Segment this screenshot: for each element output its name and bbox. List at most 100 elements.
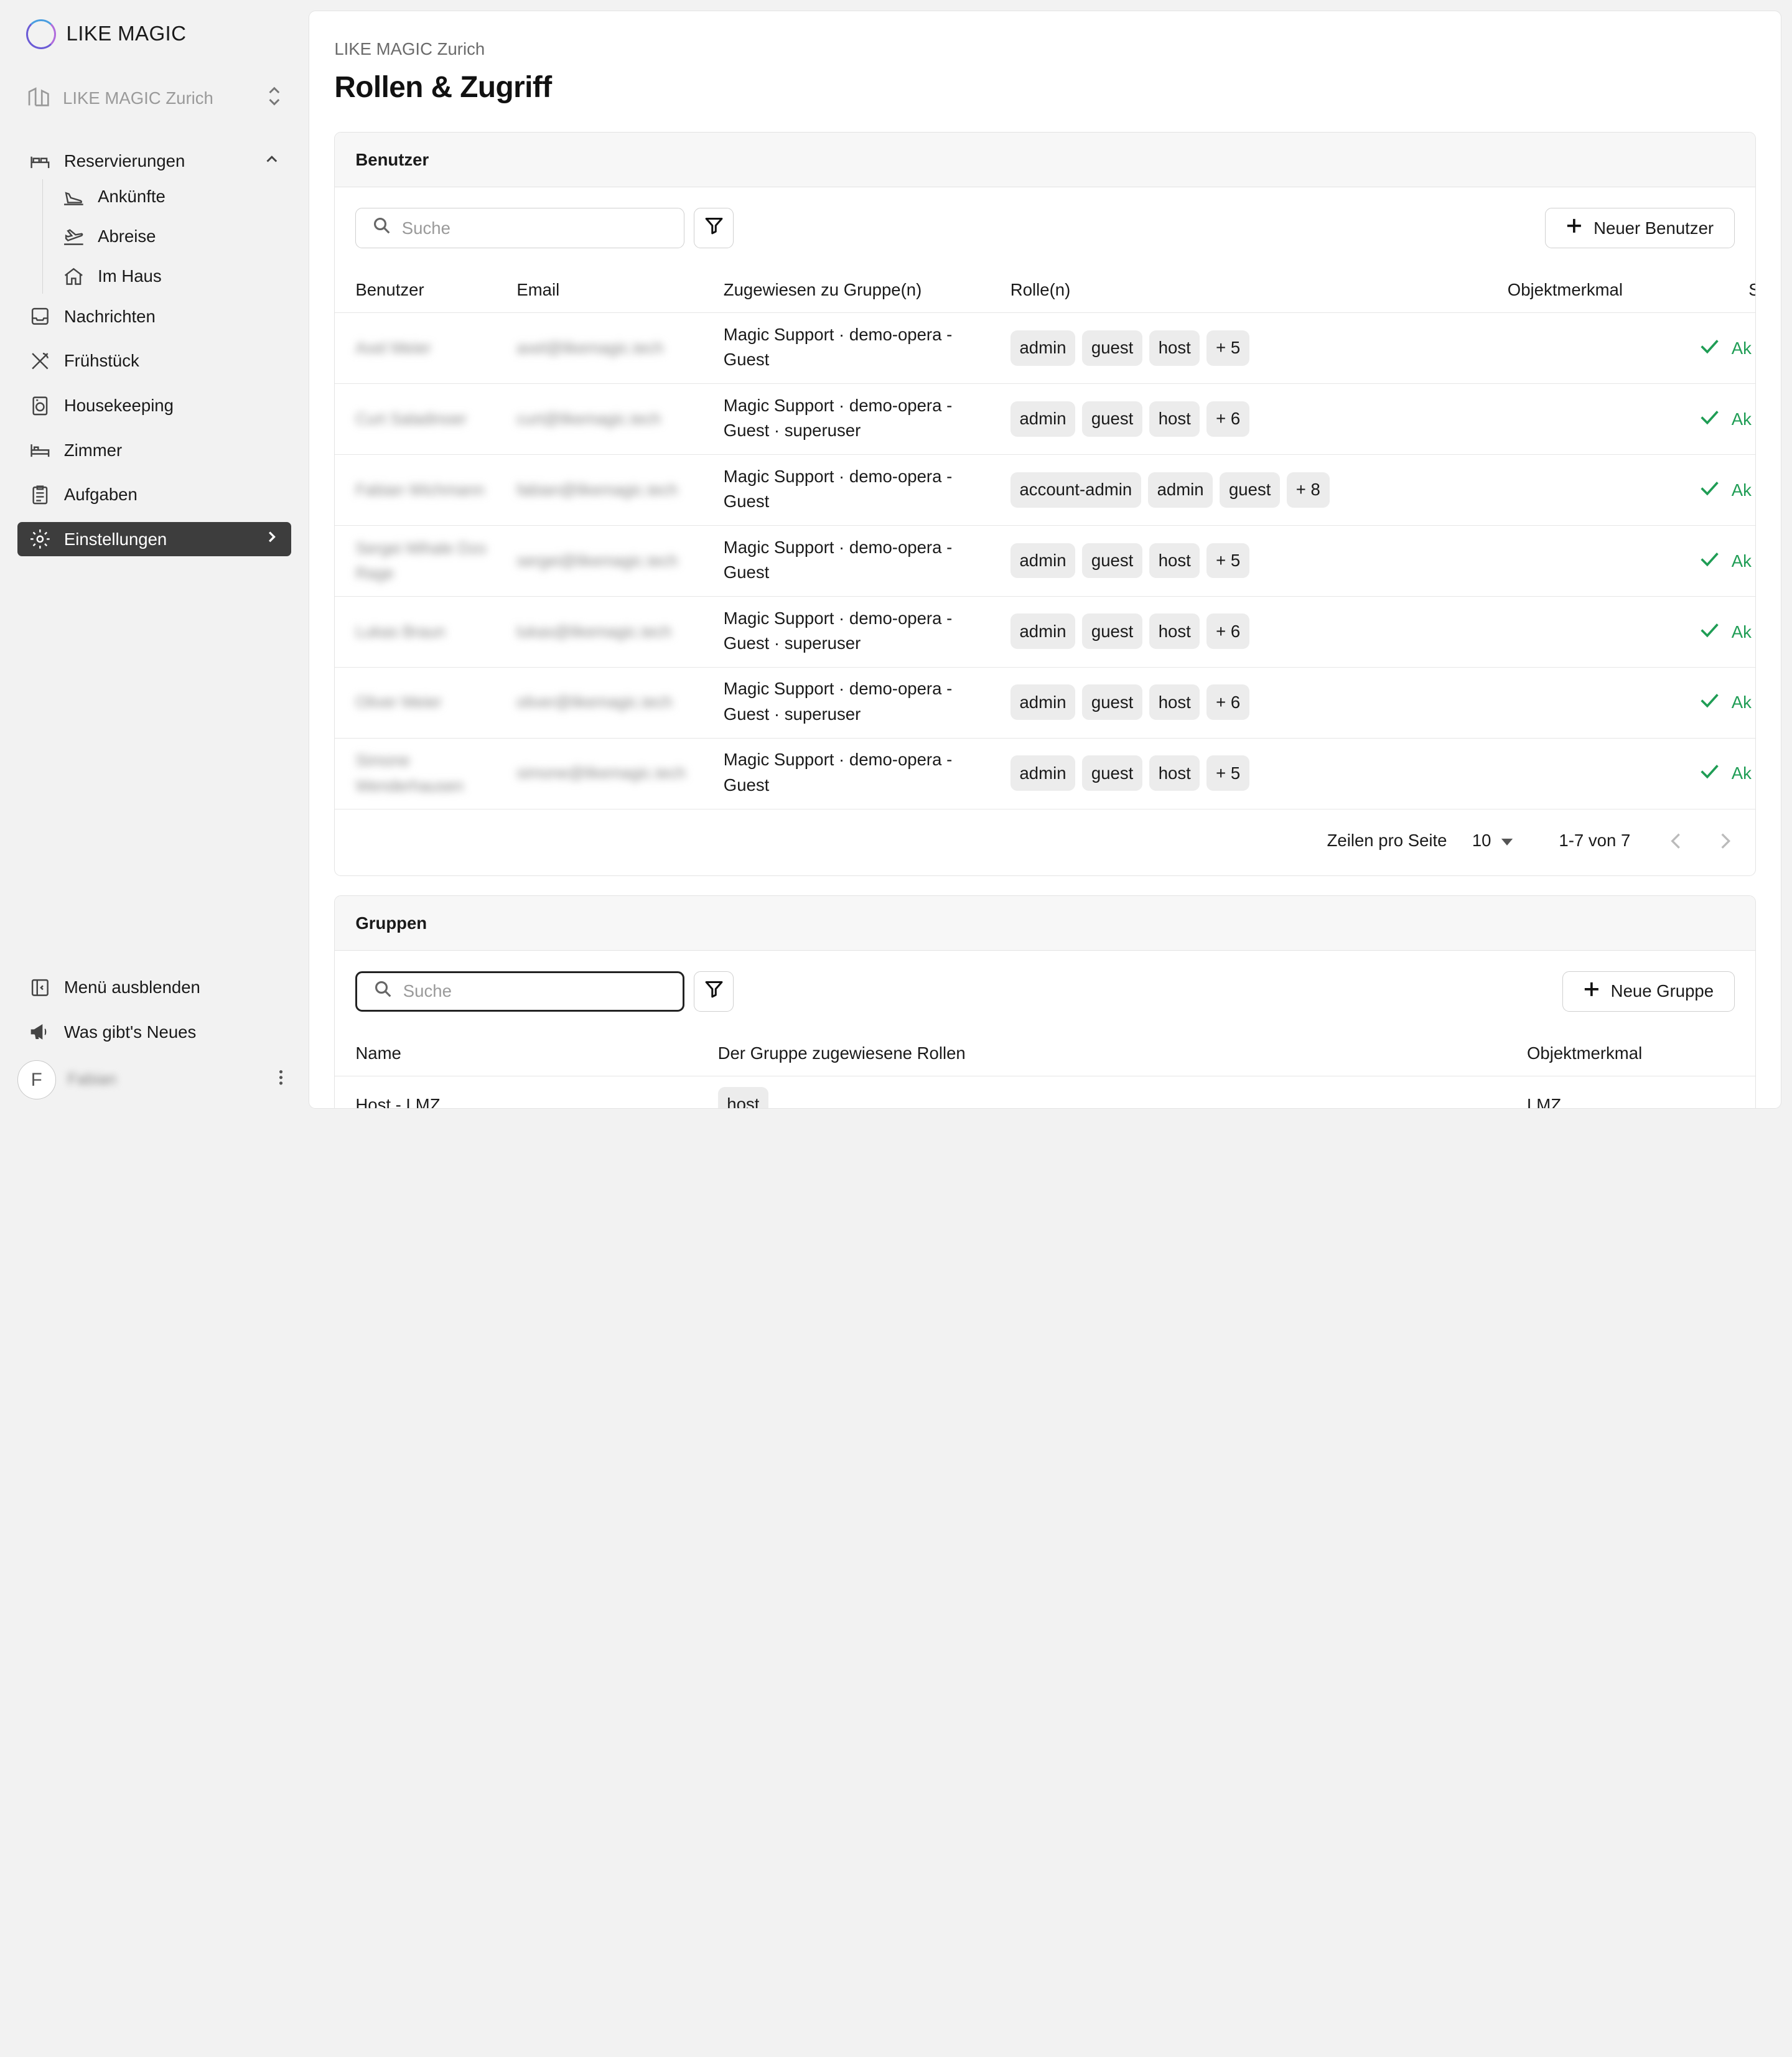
plus-icon xyxy=(1566,218,1582,238)
avatar: F xyxy=(17,1060,56,1099)
brand-name: LIKE MAGIC xyxy=(66,22,187,46)
status-badge: Ak xyxy=(1731,338,1752,358)
nav-in-house[interactable]: Im Haus xyxy=(61,259,291,294)
user-status-cell: Ak xyxy=(1699,549,1752,574)
property-switcher[interactable]: LIKE MAGIC Zurich xyxy=(26,82,282,114)
role-chip: admin xyxy=(1010,330,1076,366)
status-badge: Ak xyxy=(1731,763,1752,783)
user-name-cell: Curt Saladinoer xyxy=(355,410,467,428)
user-status-cell: Ak xyxy=(1699,478,1752,503)
check-icon xyxy=(1699,620,1720,645)
rows-per-page-label: Zeilen pro Seite xyxy=(1327,831,1447,851)
property-name: LIKE MAGIC Zurich xyxy=(63,88,213,108)
table-row[interactable]: Axel Meier axel@likemagic.tech Magic Suppo… xyxy=(335,313,1756,385)
role-chip: admin xyxy=(1010,684,1076,721)
users-pagination: Zeilen pro Seite 10 1-7 von 7 xyxy=(335,809,1755,872)
add-user-label: Neuer Benutzer xyxy=(1594,218,1714,238)
table-row[interactable]: Lukas Braun lukas@likemagic.tech Magic Sup… xyxy=(335,597,1756,668)
user-email-cell: curt@likemagic.tech xyxy=(516,410,661,428)
users-filter-button[interactable] xyxy=(694,208,734,248)
role-chip: admin xyxy=(1010,401,1076,437)
add-group-button[interactable]: Neue Gruppe xyxy=(1562,971,1735,1012)
user-groups-cell: Magic Support · demo-opera - Guest · sup… xyxy=(723,679,953,724)
table-row[interactable]: Curt Saladinoer curt@likemagic.tech Magic … xyxy=(335,384,1756,455)
reservations-subnav: Ankünfte Abreise Im Haus xyxy=(42,179,291,294)
sidebar-footer: Menü ausblenden Was gibt's Neues xyxy=(17,970,292,1059)
role-chip: host xyxy=(717,1086,769,1108)
role-chip: admin xyxy=(1010,543,1076,579)
role-chip: guest xyxy=(1082,330,1142,366)
status-badge: Ak xyxy=(1731,622,1752,641)
user-status-cell: Ak xyxy=(1699,336,1752,361)
table-row[interactable]: Fabian Wichmann fabian@likemagic.tech Magi… xyxy=(335,455,1756,526)
main-panel: LIKE MAGIC Zurich Rollen & Zugriff Benut… xyxy=(308,10,1782,1109)
user-profile[interactable]: F Fabian xyxy=(17,1060,292,1101)
previous-page-button[interactable] xyxy=(1670,832,1681,854)
nav-reservations[interactable]: Reservierungen xyxy=(17,144,292,178)
sidebar-collapse-icon xyxy=(27,975,52,1000)
nav-departures[interactable]: Abreise xyxy=(61,220,291,254)
column-header-roles[interactable]: Rolle(n) xyxy=(1010,280,1070,300)
check-icon xyxy=(1699,407,1720,432)
add-user-button[interactable]: Neuer Benutzer xyxy=(1545,208,1735,248)
nav-settings[interactable]: Einstellungen xyxy=(17,522,292,557)
bed-single-icon xyxy=(27,437,52,462)
user-name-cell: Sergei Mihale Dzo Rage xyxy=(355,539,487,582)
building-icon xyxy=(26,83,51,113)
chevron-up-down-icon xyxy=(266,86,282,111)
table-row[interactable]: Simone Wenderhausen simone@likemagic.tech… xyxy=(335,739,1756,809)
brand-logo[interactable]: LIKE MAGIC xyxy=(26,19,186,49)
nav-rooms[interactable]: Zimmer xyxy=(17,433,292,467)
washing-machine-icon xyxy=(27,393,52,418)
nav-arrivals[interactable]: Ankünfte xyxy=(61,179,291,213)
search-placeholder: Suche xyxy=(401,218,450,238)
breadcrumb[interactable]: LIKE MAGIC Zurich xyxy=(334,39,485,59)
users-card: Benutzer Suche Neuer Benutzer Benutzer E… xyxy=(334,132,1757,876)
nav-breakfast[interactable]: Frühstück xyxy=(17,344,292,378)
check-icon xyxy=(1699,478,1720,503)
user-status-cell: Ak xyxy=(1699,620,1752,645)
whats-new-button[interactable]: Was gibt's Neues xyxy=(17,1015,292,1049)
logo-mark xyxy=(26,19,56,49)
plane-landing-icon xyxy=(61,184,86,209)
table-row[interactable]: Oliver Meier oliver@likemagic.tech Magic S… xyxy=(335,668,1756,739)
column-header-email[interactable]: Email xyxy=(516,280,559,300)
column-header-name[interactable]: Name xyxy=(355,1043,401,1063)
column-header-attribute[interactable]: Objektmerkmal xyxy=(1508,280,1623,300)
column-header-status[interactable]: S xyxy=(1748,280,1755,300)
users-card-title: Benutzer xyxy=(335,133,1756,188)
groups-filter-button[interactable] xyxy=(694,971,734,1012)
column-header-group-attribute[interactable]: Objektmerkmal xyxy=(1527,1043,1642,1063)
user-email-cell: fabian@likemagic.tech xyxy=(516,481,678,499)
users-search-input[interactable]: Suche xyxy=(355,208,685,248)
inbox-icon xyxy=(27,304,52,329)
groups-card-title: Gruppen xyxy=(335,896,1756,951)
column-header-user[interactable]: Benutzer xyxy=(355,280,424,300)
rows-per-page-select[interactable]: 10 xyxy=(1472,831,1514,851)
role-chip: host xyxy=(1149,543,1200,579)
nav-label: Im Haus xyxy=(98,266,162,286)
groups-search-input[interactable]: Suche xyxy=(355,971,685,1012)
table-row[interactable]: Host - LMZ host LMZ xyxy=(335,1076,1755,1108)
role-chip: guest xyxy=(1082,684,1142,721)
hide-menu-button[interactable]: Menü ausblenden xyxy=(17,970,292,1004)
nav-messages[interactable]: Nachrichten xyxy=(17,299,292,334)
more-vertical-icon[interactable] xyxy=(278,1068,284,1091)
user-email-cell: sergei@likemagic.tech xyxy=(516,552,678,570)
nav-tasks[interactable]: Aufgaben xyxy=(17,478,292,512)
role-chip: host xyxy=(1149,684,1200,721)
column-header-group-roles[interactable]: Der Gruppe zugewiesene Rollen xyxy=(718,1043,966,1063)
user-name-cell: Simone Wenderhausen xyxy=(355,752,464,795)
user-status-cell: Ak xyxy=(1699,407,1752,432)
role-chip: admin xyxy=(1147,472,1213,508)
role-chip: host xyxy=(1149,755,1200,791)
nav-housekeeping[interactable]: Housekeeping xyxy=(17,388,292,422)
column-header-groups[interactable]: Zugewiesen zu Gruppe(n) xyxy=(724,280,922,300)
user-email-cell: axel@likemagic.tech xyxy=(516,340,664,358)
role-chip: + 6 xyxy=(1206,684,1249,721)
filter-icon xyxy=(704,979,724,1004)
table-row[interactable]: Sergei Mihale Dzo Rage sergei@likemagic.t… xyxy=(335,526,1756,597)
status-badge: Ak xyxy=(1731,551,1752,571)
next-page-button[interactable] xyxy=(1720,832,1731,854)
user-roles-cell: account-admin admin guest + 8 xyxy=(1010,472,1330,508)
